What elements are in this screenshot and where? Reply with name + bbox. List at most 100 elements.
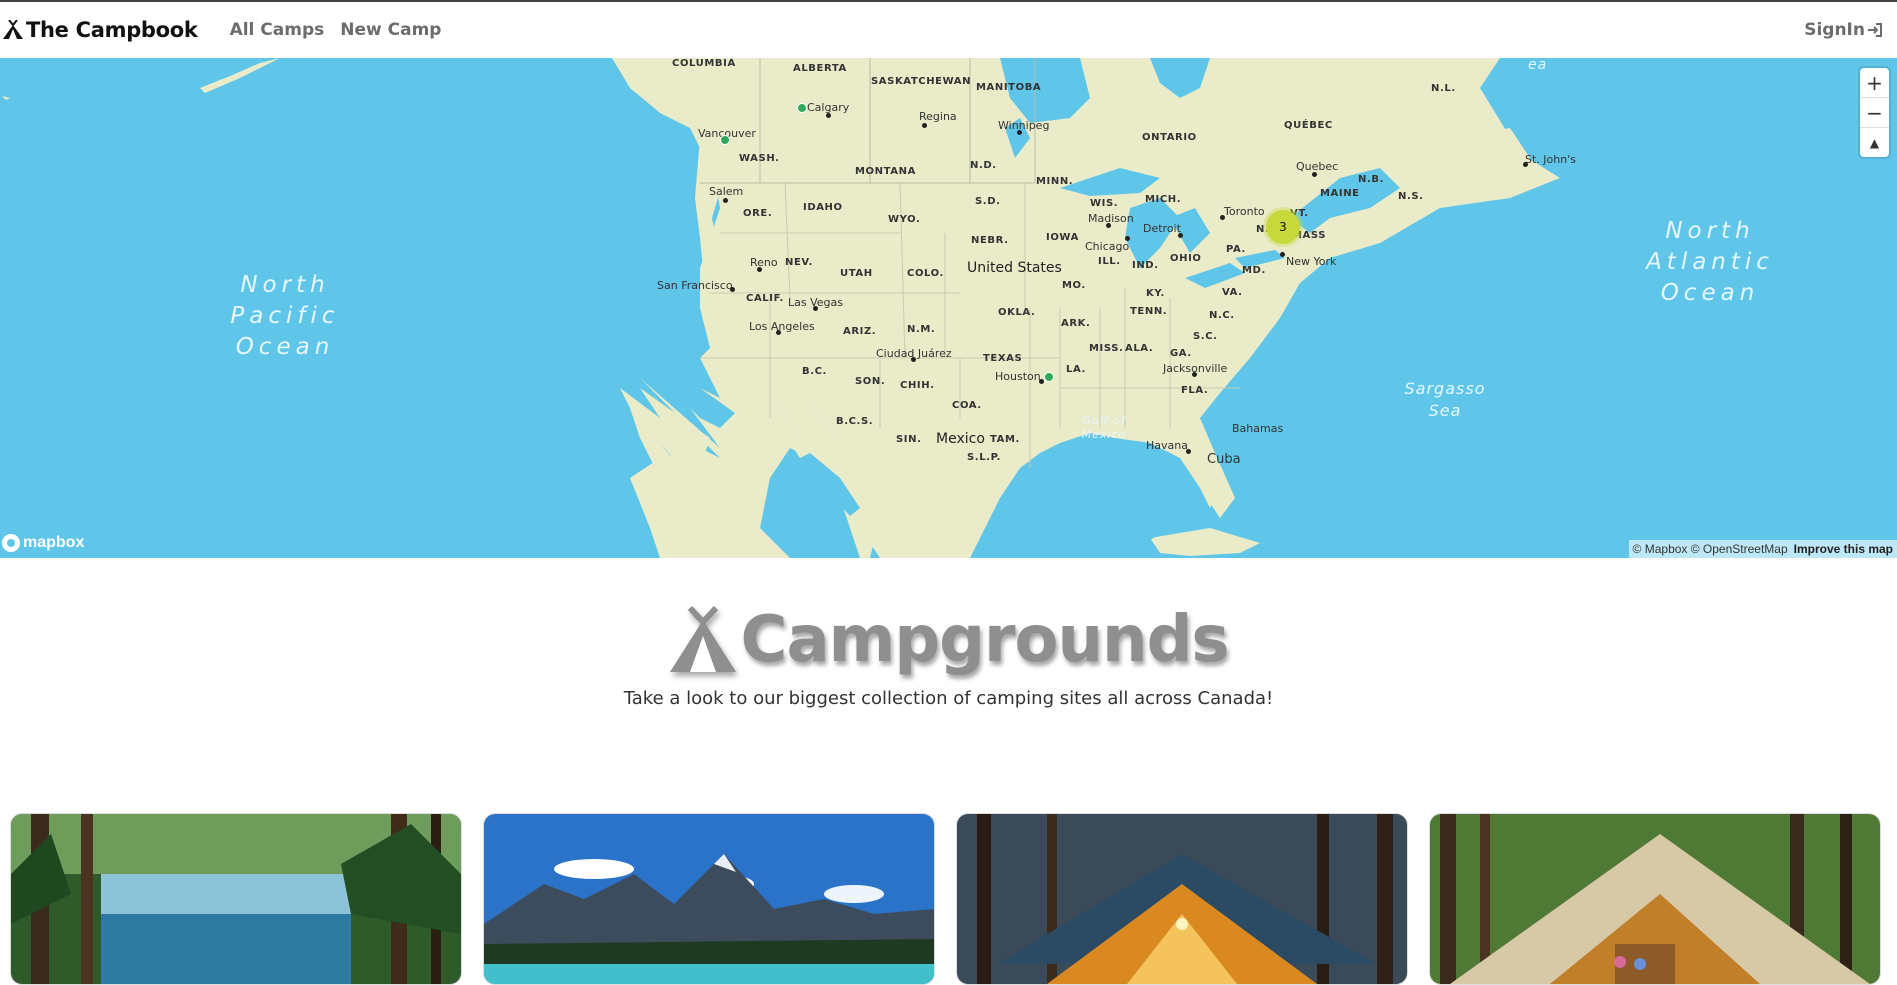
map-label: QUÉBEC: [1284, 120, 1333, 131]
campgrounds-map[interactable]: COLUMBIA ALBERTA SASKATCHEWAN MANITOBA O…: [0, 58, 1897, 558]
tent-icon: [670, 606, 737, 672]
map-label: N.S.: [1398, 191, 1424, 202]
map-country: United States: [967, 260, 1062, 276]
map-label: B.C.: [802, 366, 827, 377]
water-north-pacific: North Pacific Ocean: [220, 270, 350, 363]
mapbox-logo-text: mapbox: [23, 534, 85, 551]
map-city: New York: [1286, 255, 1337, 268]
map-city: Madison: [1088, 212, 1134, 225]
city-dot: [776, 330, 781, 335]
signin-label: SignIn: [1804, 20, 1865, 40]
city-dot: [1178, 233, 1183, 238]
compass-button[interactable]: ▲: [1860, 128, 1889, 157]
map-label: WIS.: [1090, 198, 1119, 209]
map-city: Houston: [995, 370, 1041, 383]
campground-card[interactable]: [483, 813, 935, 985]
map-country: Mexico: [936, 431, 985, 447]
brand-link[interactable]: The Campbook: [2, 18, 198, 42]
map-city: Reno: [750, 256, 778, 269]
map-label: N.L.: [1431, 83, 1456, 94]
campground-card[interactable]: [10, 813, 462, 985]
map-label: N.C.: [1209, 310, 1235, 321]
map-label: KY.: [1146, 288, 1165, 299]
map-city: San Francisco: [657, 279, 733, 292]
map-label: GA.: [1170, 348, 1192, 359]
city-dot: [1106, 223, 1111, 228]
map-label: SASKATCHEWAN: [871, 76, 972, 87]
map-label: CALIF.: [746, 293, 784, 304]
card-image-mountain-lake: [484, 814, 934, 984]
tent-icon: [3, 20, 23, 39]
brand-label: The Campbook: [26, 18, 198, 42]
improve-map-link[interactable]: Improve this map: [1794, 542, 1893, 556]
mapbox-logo[interactable]: mapbox: [2, 534, 84, 552]
map-label: ORE.: [743, 208, 773, 219]
camp-marker[interactable]: [797, 103, 807, 113]
map-label: MO.: [1062, 280, 1086, 291]
hero: Campgrounds Take a look to our biggest c…: [0, 600, 1897, 709]
map-label: N.D.: [970, 160, 997, 171]
campground-card[interactable]: [956, 813, 1408, 985]
nav-new-camp[interactable]: New Camp: [340, 20, 441, 40]
map-city: Salem: [709, 185, 744, 198]
map-label: IND.: [1132, 260, 1159, 271]
camp-marker[interactable]: [1044, 372, 1054, 382]
map-label: N.B.: [1358, 174, 1384, 185]
map-label: WASH.: [739, 153, 780, 164]
water-sargasso: Sargasso Sea: [1395, 378, 1495, 422]
city-dot: [813, 306, 818, 311]
map-label: VA.: [1222, 287, 1243, 298]
nav-all-camps[interactable]: All Camps: [230, 20, 325, 40]
map-city: St. John's: [1525, 153, 1576, 166]
map-label: NEV.: [785, 257, 813, 268]
map-city: Chicago: [1085, 240, 1130, 253]
map-label: MAINE: [1320, 188, 1360, 199]
map-label: IDAHO: [803, 202, 843, 213]
map-label: COLUMBIA: [672, 58, 736, 69]
map-city: Bahamas: [1232, 422, 1284, 435]
attribution-text[interactable]: © Mapbox © OpenStreetMap: [1633, 542, 1788, 556]
map-city: Cuba: [1207, 452, 1241, 467]
campground-card[interactable]: [1429, 813, 1881, 985]
compass-icon: ▲: [1869, 135, 1880, 150]
map-city: Regina: [919, 110, 957, 123]
map-label: B.C.S.: [836, 416, 874, 427]
map-label: LA.: [1066, 364, 1086, 375]
map-label: S.D.: [975, 196, 1001, 207]
city-dot: [1125, 236, 1130, 241]
map-city: Winnipeg: [998, 119, 1050, 132]
navbar: The Campbook All Camps New Camp SignIn: [0, 2, 1897, 58]
water-text: Gulf of: [1082, 414, 1126, 427]
camp-cluster-marker[interactable]: 3: [1266, 210, 1300, 244]
map-label: TAM.: [990, 434, 1020, 445]
map-label: MINN.: [1036, 176, 1074, 187]
map-attribution: © Mapbox © OpenStreetMap Improve this ma…: [1628, 540, 1897, 558]
city-dot: [723, 198, 728, 203]
signin-link[interactable]: SignIn: [1804, 20, 1883, 40]
map-nav-control: + − ▲: [1860, 68, 1889, 157]
map-label: S.L.P.: [967, 452, 1002, 463]
map-label: OHIO: [1170, 253, 1202, 264]
camp-marker[interactable]: [720, 135, 730, 145]
page-title: Campgrounds: [668, 600, 1230, 680]
zoom-in-button[interactable]: +: [1860, 68, 1889, 98]
map-label: TEXAS: [983, 353, 1023, 364]
map-city: Havana: [1146, 439, 1188, 452]
map-label: COA.: [952, 400, 982, 411]
map-label: FLA.: [1181, 385, 1209, 396]
water-gulf: Gulf of Mexico: [1072, 414, 1136, 442]
map-label: ARIZ.: [843, 326, 877, 337]
map-label: TENN.: [1130, 306, 1168, 317]
city-dot: [1280, 252, 1285, 257]
map-city: Los Angeles: [749, 320, 815, 333]
map-label: PA.: [1226, 244, 1246, 255]
city-dot: [1220, 215, 1225, 220]
map-label: WYO.: [888, 214, 921, 225]
zoom-out-button[interactable]: −: [1860, 98, 1889, 128]
map-label: CHIH.: [900, 380, 935, 391]
map-label: ARK.: [1061, 318, 1091, 329]
card-image-canvas-tent-forest: [1430, 814, 1880, 984]
campground-cards: [10, 813, 1883, 985]
water-text: Sargasso: [1404, 379, 1486, 398]
city-dot: [922, 123, 927, 128]
